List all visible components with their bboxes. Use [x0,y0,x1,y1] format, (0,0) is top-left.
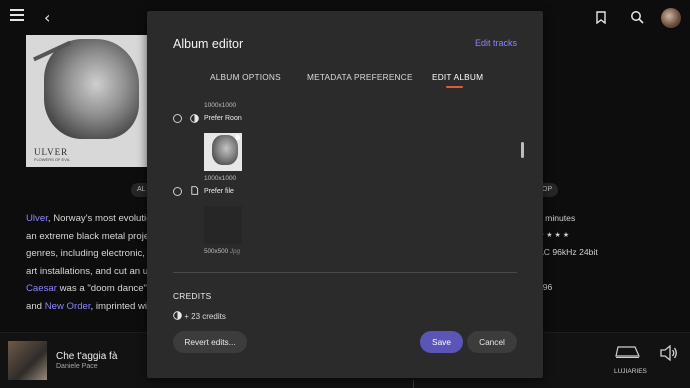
bookmark-icon[interactable] [596,11,606,24]
bio-line: genres, including electronic, in [26,248,148,260]
zone-label[interactable]: LUJIARIES [614,368,647,375]
bio-line: Caesar was a "doom dance" of [26,283,148,295]
zone-device-icon[interactable] [615,345,641,359]
cover-band-name: ULVER [34,147,69,157]
now-playing-artist[interactable]: Daniele Pace [56,363,98,370]
meta-duration: 7 minutes [538,213,576,223]
bio-line: an extreme black metal project [26,230,148,242]
revert-edits-button[interactable]: Revert edits... [173,331,247,353]
now-playing-title[interactable]: Che t'aggia fà [56,351,117,362]
file-artwork-info: 500x500 Jpg [204,248,241,255]
file-icon [191,186,199,195]
credits-heading: CREDITS [173,291,212,301]
prefer-file-radio[interactable] [173,187,182,196]
tab-edit-album[interactable]: EDIT ALBUM [432,72,483,82]
top-artwork-resolution: 1000x1000 [204,102,237,109]
roon-artwork-thumbnail[interactable] [204,133,242,171]
search-icon[interactable] [630,10,644,24]
meta-line: –96 [538,281,553,292]
bio-line: and New Order, imprinted with [26,300,148,312]
section-divider [173,272,517,273]
dialog-scrollbar[interactable] [521,142,524,158]
bio-link[interactable]: Ulver [26,213,48,224]
prefer-roon-radio[interactable] [173,114,182,123]
save-button[interactable]: Save [420,331,463,353]
user-avatar[interactable] [661,8,681,28]
bio-link[interactable]: New Order [45,301,91,312]
bio-line: Ulver, Norway's most evolution [26,213,148,224]
hamburger-menu-icon[interactable] [10,9,24,21]
now-playing-artwork[interactable] [8,341,47,380]
back-arrow-icon[interactable]: ‹ [44,8,50,27]
album-editor-dialog: Album editor Edit tracks ALBUM OPTIONS M… [147,11,543,378]
prefer-roon-label[interactable]: Prefer Roon [204,115,242,122]
roon-icon [173,311,182,320]
bio-link[interactable]: Caesar [26,283,57,294]
credits-summary[interactable]: + 23 credits [173,311,226,320]
meta-format: AC 96kHz 24bit [538,247,598,258]
artist-bio: Ulver, Norway's most evolution an extrem… [26,210,148,316]
cancel-button[interactable]: Cancel [467,331,517,353]
roon-artwork-resolution: 1000x1000 [204,175,237,182]
tab-metadata-preference[interactable]: METADATA PREFERENCE [307,72,413,82]
roon-icon [190,114,199,123]
album-meta: 7 minutes ★★★★ AC 96kHz 24bit 8 –96 [538,210,598,296]
edit-tracks-link[interactable]: Edit tracks [475,38,517,48]
active-tab-indicator [446,86,463,88]
cover-subtitle: FLOWERS OF EVIL [34,157,71,162]
volume-icon[interactable] [660,345,678,361]
dialog-title: Album editor [173,37,244,51]
bio-line: art installations, and cut an unc [26,265,148,277]
meta-line: 8 [538,262,598,279]
rating-stars: ★★★★ [538,232,572,240]
prefer-file-label[interactable]: Prefer file [204,188,234,195]
file-artwork-thumbnail[interactable] [204,206,242,244]
tab-album-options[interactable]: ALBUM OPTIONS [210,72,281,82]
playback-progress-marker [413,380,414,388]
